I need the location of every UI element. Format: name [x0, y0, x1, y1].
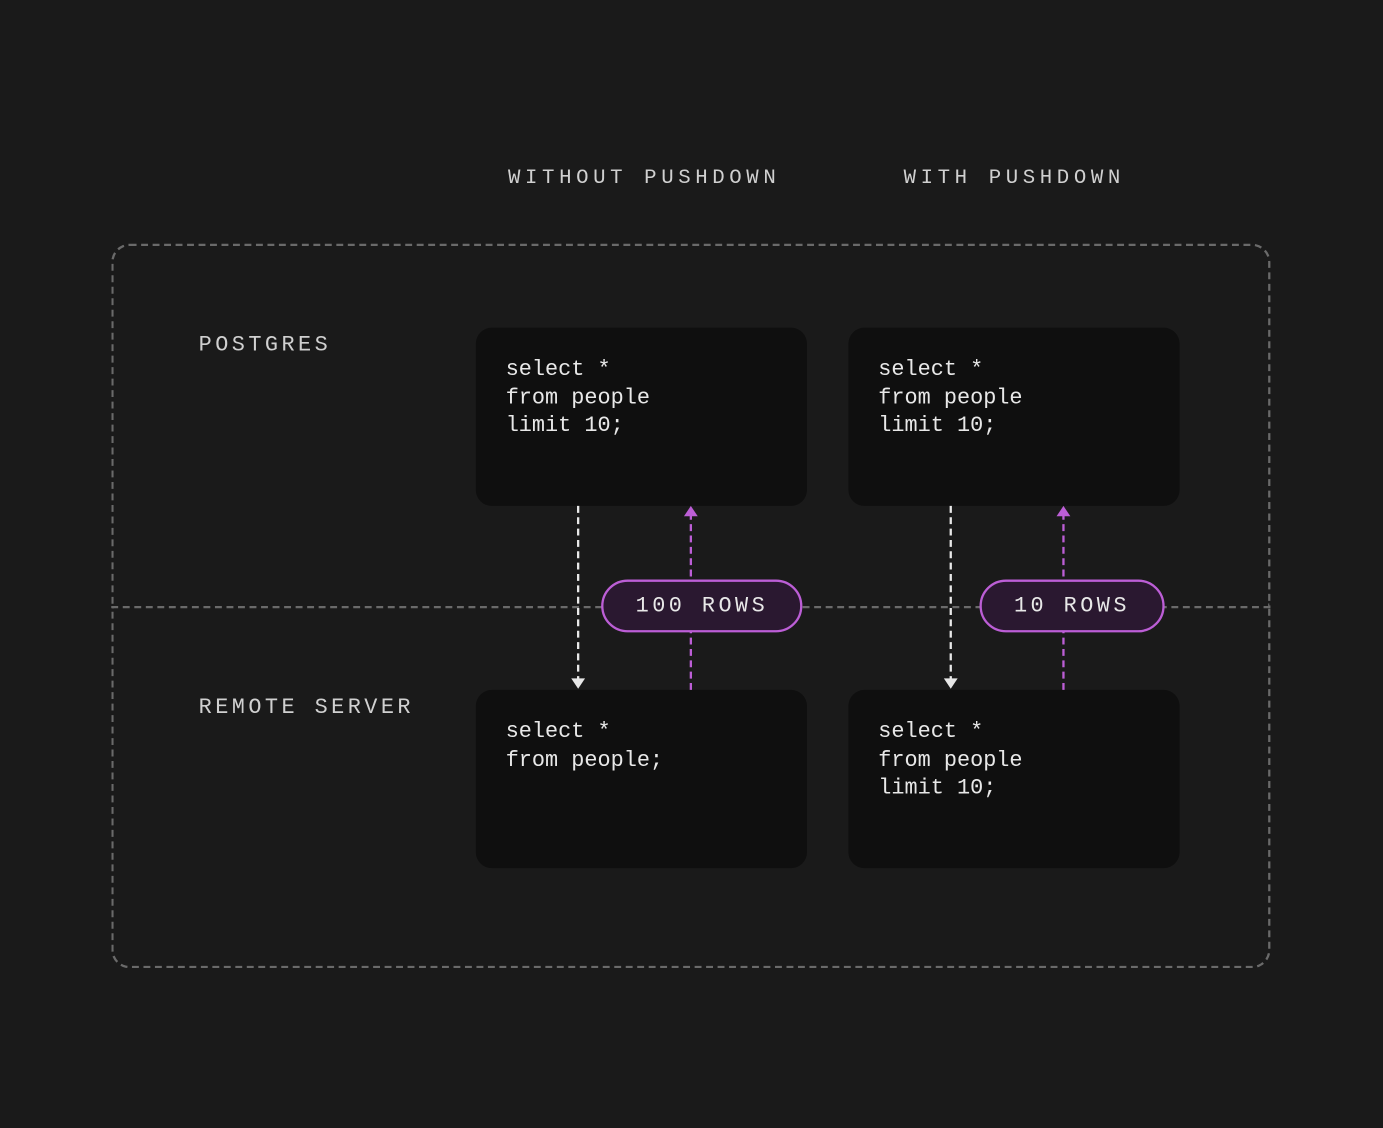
diagram-stage: WITHOUT PUSHDOWN WITH PUSHDOWN POSTGRES …	[0, 0, 1383, 1128]
arrowhead-down-icon	[943, 678, 957, 688]
query-card-postgres-with: select * from people limit 10;	[848, 327, 1179, 505]
query-card-remote-with: select * from people limit 10;	[848, 689, 1179, 867]
rows-badge-without: 100 ROWS	[601, 579, 803, 632]
query-card-postgres-without: select * from people limit 10;	[475, 327, 806, 505]
rows-badge-with: 10 ROWS	[979, 579, 1164, 632]
arrowhead-down-icon	[571, 678, 585, 688]
column-header-with-pushdown: WITH PUSHDOWN	[903, 166, 1124, 189]
arrow-down-with	[949, 505, 951, 682]
arrowhead-up-icon	[683, 505, 697, 515]
arrowhead-up-icon	[1056, 505, 1070, 515]
arrow-down-without	[577, 505, 579, 682]
query-card-remote-without: select * from people;	[475, 689, 806, 867]
column-header-without-pushdown: WITHOUT PUSHDOWN	[508, 166, 780, 189]
zone-label-postgres: POSTGRES	[198, 332, 331, 357]
zone-label-remote: REMOTE SERVER	[198, 694, 413, 719]
